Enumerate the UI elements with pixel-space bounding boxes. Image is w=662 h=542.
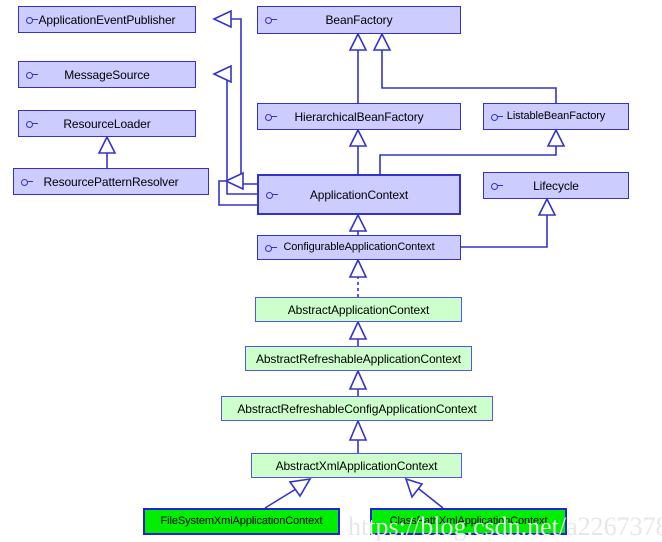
node-label: BeanFactory <box>325 13 393 27</box>
node-label: AbstractApplicationContext <box>287 302 430 317</box>
edge-application-context-to-resource-pattern-resolver <box>218 171 257 206</box>
edge-application-context-to-application-event-publisher <box>212 9 257 185</box>
uml-class-diagram: ApplicationEventPublisher BeanFactory Me… <box>0 0 662 542</box>
node-label: Lifecycle <box>533 178 579 193</box>
edge-listable-bean-factory-to-bean-factory <box>372 32 557 103</box>
interface-marker-icon <box>26 71 39 79</box>
node-label: AbstractXmlApplicationContext <box>275 458 438 473</box>
node-lifecycle[interactable]: Lifecycle <box>483 172 629 199</box>
node-file-system-xml-application-context[interactable]: FileSystemXmlApplicationContext <box>143 508 340 535</box>
edge-configurable-application-context-to-lifecycle <box>461 197 557 248</box>
node-label: AbstractRefreshableConfigApplicationCont… <box>237 401 477 416</box>
node-label: ApplicationContext <box>309 187 409 202</box>
interface-marker-icon <box>491 182 504 190</box>
interface-marker-icon <box>265 113 278 121</box>
node-listable-bean-factory[interactable]: ListableBeanFactory <box>483 103 629 130</box>
node-label: MessageSource <box>64 67 150 82</box>
node-label: ConfigurableApplicationContext <box>283 241 435 253</box>
node-resource-pattern-resolver[interactable]: ResourcePatternResolver <box>13 168 209 195</box>
node-abstract-application-context[interactable]: AbstractApplicationContext <box>255 297 462 322</box>
node-label: ResourcePatternResolver <box>43 174 179 189</box>
interface-marker-icon <box>265 244 278 252</box>
watermark-text: https://blog.csdn.net/a2267378 <box>348 512 662 541</box>
node-label: ApplicationEventPublisher <box>38 12 176 27</box>
interface-marker-icon <box>266 191 279 199</box>
node-abstract-refreshable-config-application-context[interactable]: AbstractRefreshableConfigApplicationCont… <box>221 396 493 421</box>
edge-abstract-refreshable-application-context-to-abstract-application-context <box>348 320 368 346</box>
edge-resource-pattern-resolver-to-resource-loader <box>97 135 117 168</box>
edge-application-context-to-listable-bean-factory <box>379 128 566 174</box>
edge-file-system-xml-application-context-to-abstract-xml-application-context <box>264 477 312 509</box>
node-label: ResourceLoader <box>63 116 151 131</box>
interface-marker-icon <box>26 16 39 24</box>
node-hierarchical-bean-factory[interactable]: HierarchicalBeanFactory <box>257 103 461 130</box>
node-abstract-refreshable-application-context[interactable]: AbstractRefreshableApplicationContext <box>245 346 472 371</box>
interface-marker-icon <box>491 113 504 121</box>
edge-abstract-application-context-to-configurable-application-context <box>348 258 368 297</box>
node-abstract-xml-application-context[interactable]: AbstractXmlApplicationContext <box>251 453 462 478</box>
interface-marker-icon <box>26 120 39 128</box>
node-bean-factory[interactable]: BeanFactory <box>257 6 461 34</box>
interface-marker-icon <box>265 16 278 24</box>
node-application-event-publisher[interactable]: ApplicationEventPublisher <box>18 6 196 33</box>
node-resource-loader[interactable]: ResourceLoader <box>18 110 196 137</box>
node-label: HierarchicalBeanFactory <box>294 109 424 124</box>
node-message-source[interactable]: MessageSource <box>18 61 196 88</box>
node-label: FileSystemXmlApplicationContext <box>160 515 323 527</box>
edge-abstract-xml-application-context-to-abstract-refreshable-config-application-context <box>348 418 368 453</box>
edge-abstract-refreshable-config-application-context-to-abstract-refreshable-application-context <box>348 369 368 396</box>
node-label: ListableBeanFactory <box>506 110 606 122</box>
edge-configurable-application-context-to-application-context <box>348 213 368 235</box>
edge-application-context-to-hierarchical-bean-factory <box>348 128 368 174</box>
interface-marker-icon <box>21 178 34 186</box>
node-configurable-application-context[interactable]: ConfigurableApplicationContext <box>257 235 461 260</box>
node-label: AbstractRefreshableApplicationContext <box>255 351 462 366</box>
node-application-context[interactable]: ApplicationContext <box>257 174 461 215</box>
edge-class-path-xml-application-context-to-abstract-xml-application-context <box>404 477 444 509</box>
edge-hierarchical-bean-factory-to-bean-factory <box>348 32 368 103</box>
edge-application-context-to-message-source <box>212 64 257 195</box>
